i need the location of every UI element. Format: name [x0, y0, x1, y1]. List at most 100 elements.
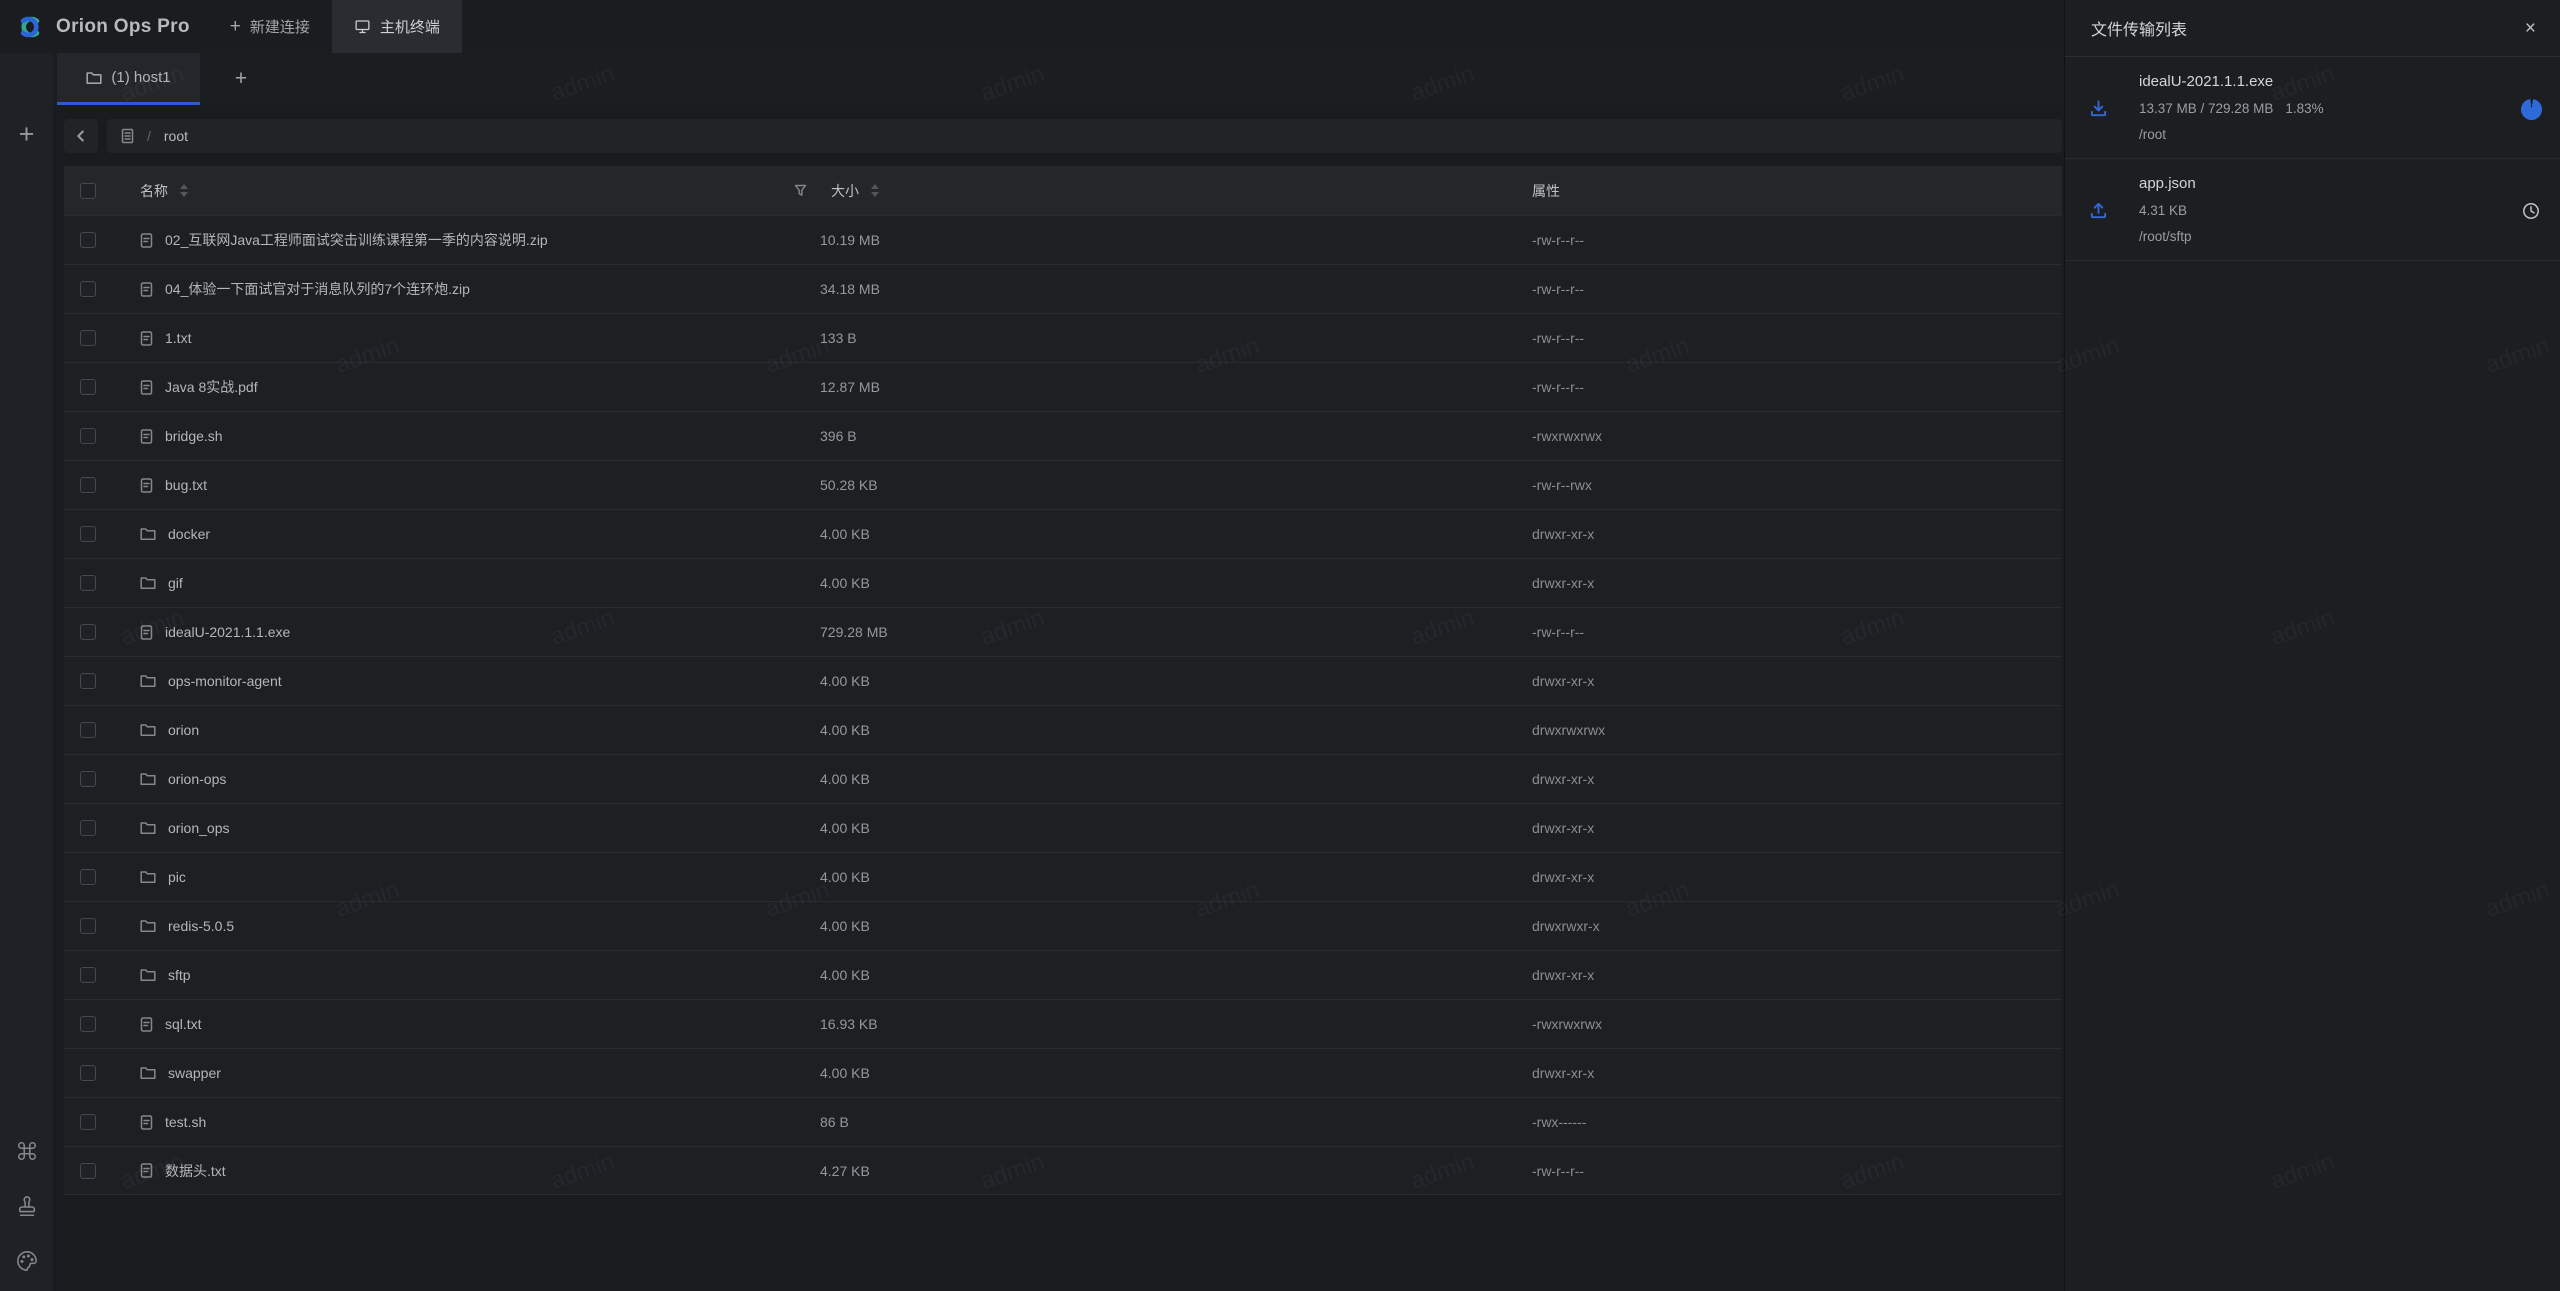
new-session-tab-button[interactable]: + [221, 53, 261, 105]
select-all-checkbox[interactable] [80, 183, 96, 199]
row-checkbox[interactable] [80, 575, 96, 591]
file-size: 4.00 KB [820, 820, 1532, 836]
row-checkbox[interactable] [80, 281, 96, 297]
sort-icon[interactable] [180, 184, 188, 197]
file-name[interactable]: orion [168, 722, 199, 738]
file-name[interactable]: bug.txt [165, 477, 207, 493]
file-name[interactable]: sql.txt [165, 1016, 202, 1032]
row-checkbox[interactable] [80, 477, 96, 493]
file-size: 4.00 KB [820, 918, 1532, 934]
file-attrs: -rw-r--r-- [1532, 232, 2062, 248]
file-name[interactable]: gif [168, 575, 183, 591]
session-tab-host1[interactable]: (1) host1 [57, 53, 200, 105]
palette-icon[interactable] [0, 1246, 53, 1276]
row-checkbox[interactable] [80, 722, 96, 738]
row-checkbox[interactable] [80, 379, 96, 395]
transfer-item[interactable]: idealU-2021.1.1.exe 13.37 MB / 729.28 MB… [2065, 57, 2560, 159]
file-attrs: drwxrwxrwx [1532, 722, 2062, 738]
table-row[interactable]: 04_体验一下面试官对于消息队列的7个连环炮.zip 34.18 MB -rw-… [64, 264, 2062, 313]
table-row[interactable]: sftp 4.00 KB drwxr-xr-x [64, 950, 2062, 999]
file-icon [140, 331, 153, 346]
host-terminal-tab[interactable]: 主机终端 [332, 0, 462, 53]
row-checkbox[interactable] [80, 232, 96, 248]
table-row[interactable]: orion-ops 4.00 KB drwxr-xr-x [64, 754, 2062, 803]
transfer-status[interactable] [2520, 200, 2542, 222]
row-checkbox[interactable] [80, 673, 96, 689]
row-checkbox[interactable] [80, 624, 96, 640]
breadcrumb[interactable]: / root [107, 119, 2062, 153]
row-checkbox[interactable] [80, 869, 96, 885]
column-size-label: 大小 [831, 181, 859, 201]
sort-icon[interactable] [871, 184, 879, 197]
table-row[interactable]: docker 4.00 KB drwxr-xr-x [64, 509, 2062, 558]
file-size: 4.00 KB [820, 722, 1532, 738]
row-checkbox[interactable] [80, 1065, 96, 1081]
row-checkbox[interactable] [80, 967, 96, 983]
file-name[interactable]: bridge.sh [165, 428, 223, 444]
file-name[interactable]: redis-5.0.5 [168, 918, 234, 934]
file-size: 10.19 MB [820, 232, 1532, 248]
file-name[interactable]: ops-monitor-agent [168, 673, 282, 689]
row-checkbox[interactable] [80, 820, 96, 836]
file-name[interactable]: pic [168, 869, 186, 885]
table-row[interactable]: gif 4.00 KB drwxr-xr-x [64, 558, 2062, 607]
row-checkbox[interactable] [80, 330, 96, 346]
table-row[interactable]: sql.txt 16.93 KB -rwxrwxrwx [64, 999, 2062, 1048]
column-header-size[interactable]: 大小 [820, 181, 1532, 201]
file-name[interactable]: orion_ops [168, 820, 230, 836]
file-name[interactable]: sftp [168, 967, 191, 983]
table-row[interactable]: 1.txt 133 B -rw-r--r-- [64, 313, 2062, 362]
file-name[interactable]: 数据头.txt [165, 1161, 226, 1181]
table-row[interactable]: Java 8实战.pdf 12.87 MB -rw-r--r-- [64, 362, 2062, 411]
filter-icon[interactable] [793, 183, 808, 198]
add-connection-icon[interactable]: + [0, 119, 53, 149]
close-icon[interactable]: × [2525, 19, 2536, 38]
table-row[interactable]: ops-monitor-agent 4.00 KB drwxr-xr-x [64, 656, 2062, 705]
breadcrumb-segment-root[interactable]: root [164, 128, 188, 144]
document-list-icon [121, 128, 134, 144]
row-checkbox[interactable] [80, 918, 96, 934]
file-attrs: -rw-r--r-- [1532, 1163, 2062, 1179]
table-row[interactable]: bridge.sh 396 B -rwxrwxrwx [64, 411, 2062, 460]
row-checkbox[interactable] [80, 526, 96, 542]
command-icon[interactable] [0, 1136, 53, 1166]
file-size: 133 B [820, 330, 1532, 346]
column-header-name[interactable]: 名称 [112, 181, 820, 201]
stamp-icon[interactable] [0, 1192, 53, 1222]
file-name[interactable]: idealU-2021.1.1.exe [165, 624, 290, 640]
transfer-item[interactable]: app.json 4.31 KB /root/sftp [2065, 159, 2560, 261]
table-row[interactable]: idealU-2021.1.1.exe 729.28 MB -rw-r--r-- [64, 607, 2062, 656]
file-attrs: -rw-r--r-- [1532, 330, 2062, 346]
file-name[interactable]: test.sh [165, 1114, 206, 1130]
table-row[interactable]: orion 4.00 KB drwxrwxrwx [64, 705, 2062, 754]
file-name[interactable]: 04_体验一下面试官对于消息队列的7个连环炮.zip [165, 279, 470, 299]
file-name[interactable]: Java 8实战.pdf [165, 377, 258, 397]
row-checkbox[interactable] [80, 1016, 96, 1032]
row-checkbox[interactable] [80, 1114, 96, 1130]
row-checkbox[interactable] [80, 1163, 96, 1179]
file-name[interactable]: swapper [168, 1065, 221, 1081]
column-header-attrs: 属性 [1532, 181, 2062, 201]
file-name[interactable]: 02_互联网Java工程师面试突击训练课程第一季的内容说明.zip [165, 230, 548, 250]
new-connection-button[interactable]: + 新建连接 [208, 0, 332, 53]
column-name-label: 名称 [140, 181, 168, 201]
file-name[interactable]: 1.txt [165, 330, 191, 346]
file-name[interactable]: orion-ops [168, 771, 226, 787]
table-row[interactable]: 数据头.txt 4.27 KB -rw-r--r-- [64, 1146, 2062, 1195]
file-attrs: drwxr-xr-x [1532, 967, 2062, 983]
monitor-icon [354, 18, 371, 35]
row-checkbox[interactable] [80, 771, 96, 787]
table-row[interactable]: pic 4.00 KB drwxr-xr-x [64, 852, 2062, 901]
table-row[interactable]: redis-5.0.5 4.00 KB drwxrwxr-x [64, 901, 2062, 950]
folder-icon [140, 870, 156, 884]
table-row[interactable]: orion_ops 4.00 KB drwxr-xr-x [64, 803, 2062, 852]
table-row[interactable]: 02_互联网Java工程师面试突击训练课程第一季的内容说明.zip 10.19 … [64, 215, 2062, 264]
table-row[interactable]: test.sh 86 B -rwx------ [64, 1097, 2062, 1146]
back-button[interactable] [64, 119, 98, 153]
table-row[interactable]: swapper 4.00 KB drwxr-xr-x [64, 1048, 2062, 1097]
file-name[interactable]: docker [168, 526, 210, 542]
table-row[interactable]: bug.txt 50.28 KB -rw-r--rwx [64, 460, 2062, 509]
transfer-percent: 1.83% [2285, 101, 2323, 116]
transfer-status[interactable] [2520, 98, 2542, 120]
row-checkbox[interactable] [80, 428, 96, 444]
